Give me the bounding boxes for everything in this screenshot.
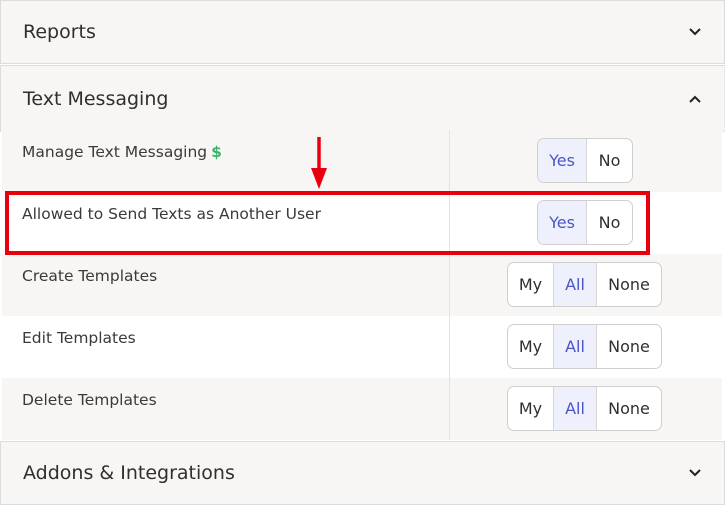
- reports-section-header[interactable]: Reports: [0, 0, 725, 64]
- annotation-arrow-down-icon: [311, 137, 327, 189]
- permission-label: Delete Templates: [22, 391, 157, 409]
- option-my[interactable]: My: [508, 325, 554, 368]
- permission-label-cell: Create Templates: [2, 254, 450, 316]
- addons-integrations-section-header[interactable]: Addons & Integrations: [0, 441, 725, 505]
- chevron-down-icon[interactable]: [688, 25, 702, 39]
- yes-no-toggle[interactable]: Yes No: [537, 200, 633, 245]
- my-all-none-toggle[interactable]: My All None: [507, 324, 662, 369]
- option-none[interactable]: None: [597, 387, 661, 430]
- yes-no-toggle[interactable]: Yes No: [537, 138, 633, 183]
- text-messaging-section-title: Text Messaging: [23, 87, 169, 110]
- permission-label: Manage Text Messaging: [22, 143, 208, 161]
- permission-label-cell: Manage Text Messaging $: [2, 130, 450, 192]
- option-yes[interactable]: Yes: [538, 201, 587, 244]
- permission-label-cell: Delete Templates: [2, 378, 450, 440]
- paid-feature-dollar-icon: $: [211, 143, 222, 161]
- option-all[interactable]: All: [554, 387, 597, 430]
- option-yes[interactable]: Yes: [538, 139, 587, 182]
- option-no[interactable]: No: [587, 201, 632, 244]
- option-all[interactable]: All: [554, 325, 597, 368]
- chevron-up-icon[interactable]: [688, 92, 702, 106]
- permission-control-cell: My All None: [450, 378, 722, 440]
- my-all-none-toggle[interactable]: My All None: [507, 386, 662, 431]
- permission-label: Allowed to Send Texts as Another User: [22, 205, 321, 223]
- permission-label: Edit Templates: [22, 329, 136, 347]
- permission-control-cell: Yes No: [450, 192, 722, 254]
- option-my[interactable]: My: [508, 387, 554, 430]
- my-all-none-toggle[interactable]: My All None: [507, 262, 662, 307]
- permission-row-create-templates: Create Templates My All None: [2, 254, 722, 316]
- chevron-down-icon[interactable]: [688, 466, 702, 480]
- option-my[interactable]: My: [508, 263, 554, 306]
- option-no[interactable]: No: [587, 139, 632, 182]
- permission-row-send-as-another-user: Allowed to Send Texts as Another User Ye…: [2, 192, 722, 254]
- permission-row-manage-text-messaging: Manage Text Messaging $ Yes No: [2, 130, 722, 192]
- permission-label-cell: Allowed to Send Texts as Another User: [2, 192, 450, 254]
- permission-row-edit-templates: Edit Templates My All None: [2, 316, 722, 378]
- addons-section-title: Addons & Integrations: [23, 462, 235, 484]
- permission-control-cell: My All None: [450, 254, 722, 316]
- option-none[interactable]: None: [597, 325, 661, 368]
- permission-label-cell: Edit Templates: [2, 316, 450, 378]
- option-none[interactable]: None: [597, 263, 661, 306]
- text-messaging-section-header[interactable]: Text Messaging: [0, 65, 725, 132]
- reports-section-title: Reports: [23, 21, 96, 43]
- permission-control-cell: My All None: [450, 316, 722, 378]
- option-all[interactable]: All: [554, 263, 597, 306]
- permission-row-delete-templates: Delete Templates My All None: [2, 378, 722, 440]
- permission-control-cell: Yes No: [450, 130, 722, 192]
- permission-label: Create Templates: [22, 267, 158, 285]
